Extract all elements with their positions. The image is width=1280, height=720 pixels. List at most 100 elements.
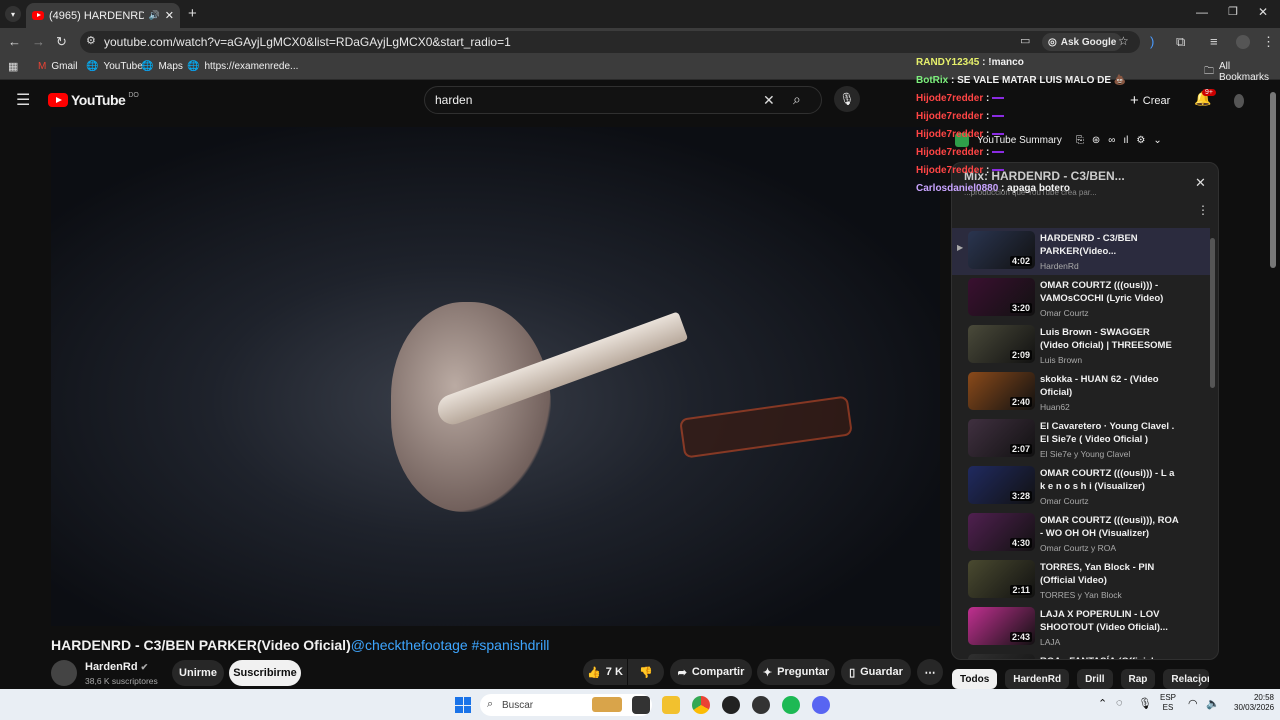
playlist-item[interactable]: ▶ 4:02 HARDENRD - C3/BEN PARKER(Video... Ha… (952, 228, 1210, 275)
discord-icon[interactable] (812, 696, 830, 714)
app-icon-dark[interactable] (722, 696, 740, 714)
chat-username[interactable]: Hijode7redder (916, 93, 983, 104)
file-explorer-icon[interactable] (662, 696, 680, 714)
minimize-window-button[interactable]: — (1196, 5, 1208, 19)
search-icon[interactable]: ⌕ (793, 91, 801, 108)
playlist-item[interactable]: 3:28 OMAR COURTZ (((ousi))) - L a k e n o… (952, 463, 1210, 510)
create-button[interactable]: + Crear (1130, 92, 1170, 109)
ask-google-button[interactable]: ◎ Ask Google (1042, 33, 1123, 51)
chip-all[interactable]: Todos (952, 669, 998, 689)
tab-search-button[interactable]: ▾ (5, 6, 21, 22)
close-window-button[interactable]: ✕ (1258, 5, 1268, 19)
chat-username[interactable]: Hijode7redder (916, 165, 983, 176)
join-button[interactable]: Unirme (172, 660, 224, 686)
page-scrollbar[interactable] (1270, 92, 1276, 268)
summary-ai-icon[interactable]: ⊛ (1092, 135, 1100, 146)
playlist-thumbnail[interactable]: 2:09 (968, 325, 1035, 363)
clear-search-icon[interactable]: ✕ (763, 92, 775, 109)
chip-related[interactable]: Relaciona (1163, 669, 1210, 689)
playlist-item[interactable]: ROA - FANTASÍA (Official (952, 651, 1210, 659)
chat-username[interactable]: RANDY12345 (916, 57, 979, 68)
extension-waves-icon[interactable]: ) (1150, 34, 1154, 49)
save-button[interactable]: ▯ Guardar (841, 659, 911, 685)
chat-username[interactable]: BotRix (916, 75, 948, 86)
windows-start-icon[interactable] (455, 697, 471, 713)
chip-drill[interactable]: Drill (1077, 669, 1113, 689)
summary-chevron-down-icon[interactable]: ⌄ (1153, 135, 1161, 146)
bookmark-gmail[interactable]: M Gmail (38, 61, 77, 72)
tray-overflow-icon[interactable]: ⌃ (1098, 697, 1107, 710)
chat-username[interactable]: Hijode7redder (916, 129, 983, 140)
spotify-icon[interactable] (782, 696, 800, 714)
tab-audio-icon[interactable]: 🔊 (149, 10, 160, 21)
chip-rap[interactable]: Rap (1120, 669, 1156, 689)
playlist-thumbnail[interactable]: 4:02 (968, 231, 1035, 269)
channel-name[interactable]: HardenRd ✔ (85, 661, 148, 673)
profile-avatar[interactable] (1236, 35, 1250, 49)
account-avatar[interactable] (1234, 94, 1244, 108)
wifi-icon[interactable]: ◠ (1188, 697, 1198, 710)
ask-button[interactable]: ✦ Preguntar (757, 659, 835, 685)
search-input[interactable]: harden ✕ ⌕ (424, 86, 822, 114)
summary-audio-icon[interactable]: ıl (1123, 135, 1128, 146)
playlist-menu-icon[interactable]: ⋮ (1197, 203, 1209, 217)
chat-username[interactable]: Carlosdaniel0880 (916, 183, 998, 194)
bookmark-examen[interactable]: 🌐 https://examenrede... (187, 61, 298, 72)
bookmark-star-icon[interactable]: ☆ (1118, 34, 1129, 48)
youtube-logo[interactable]: YouTube DO (48, 92, 139, 108)
playlist-item[interactable]: 2:07 El Cavaretero · Young Clavel . El Si… (952, 416, 1210, 463)
site-info-icon[interactable]: ⚙ (86, 34, 96, 47)
video-title-hashtags[interactable]: @checkthefootage #spanishdrill (351, 637, 550, 653)
new-tab-button[interactable]: + (188, 5, 197, 22)
share-button[interactable]: ➦ Compartir (670, 659, 752, 685)
apps-grid-icon[interactable]: ▦ (8, 60, 18, 73)
reload-icon[interactable]: ↻ (56, 34, 67, 50)
browser-menu-icon[interactable]: ⋮ (1262, 34, 1275, 50)
chrome-icon[interactable] (692, 696, 710, 714)
playlist-thumbnail[interactable]: 4:30 (968, 513, 1035, 551)
playlist-item[interactable]: 2:11 TORRES, Yan Block - PIN (Official Vi… (952, 557, 1210, 604)
summary-settings-icon[interactable]: ⚙ (1136, 135, 1145, 146)
channel-avatar[interactable] (51, 660, 77, 686)
forward-arrow-icon[interactable]: → (32, 34, 45, 49)
dislike-button[interactable]: 👎 (628, 659, 664, 685)
close-playlist-icon[interactable]: ✕ (1195, 175, 1206, 191)
url-bar[interactable]: ⚙ youtube.com/watch?v=aGAyjLgMCX0&list=R… (80, 31, 1140, 53)
playlist-thumbnail[interactable]: 2:07 (968, 419, 1035, 457)
playlist-item[interactable]: 2:09 Luis Brown - SWAGGER (Video Oficial)… (952, 322, 1210, 369)
voice-search-mic-icon[interactable]: 🎙 (834, 86, 860, 112)
playlist-item[interactable]: 3:20 OMAR COURTZ (((ousi))) - VAMOsCOCHI … (952, 275, 1210, 322)
clock[interactable]: 20:58 30/03/2026 (1234, 693, 1274, 713)
playlist-thumbnail[interactable]: 3:20 (968, 278, 1035, 316)
like-button[interactable]: 👍 7 K (583, 659, 627, 685)
bookmark-youtube[interactable]: 🌐 YouTube (86, 61, 143, 72)
summary-copy-icon[interactable]: ⎘ (1076, 135, 1084, 146)
playlist-thumbnail[interactable]: 2:43 (968, 607, 1035, 645)
taskbar-search[interactable]: ⌕ Buscar (480, 694, 652, 716)
chat-username[interactable]: Hijode7redder (916, 147, 983, 158)
playlist-thumbnail[interactable]: 3:28 (968, 466, 1035, 504)
bookmark-maps[interactable]: 🌐 Maps (141, 61, 183, 72)
app-icon-notify[interactable] (752, 696, 770, 714)
playlist-scrollbar[interactable] (1210, 238, 1215, 388)
volume-icon[interactable]: 🔈 (1206, 697, 1220, 710)
playlist-thumbnail[interactable] (968, 654, 1035, 659)
extensions-puzzle-icon[interactable]: ⧉ (1176, 34, 1185, 50)
back-arrow-icon[interactable]: ← (8, 34, 21, 49)
video-player[interactable] (51, 127, 940, 626)
playlist-thumbnail[interactable]: 2:40 (968, 372, 1035, 410)
subscribe-button[interactable]: Suscribirme (229, 660, 301, 686)
chat-username[interactable]: Hijode7redder (916, 111, 983, 122)
tab-close-icon[interactable]: ✕ (165, 9, 174, 22)
playlist-item[interactable]: 2:43 LAJA X POPERULIN - LOV SHOOTOUT (Vid… (952, 604, 1210, 651)
more-actions-button[interactable]: ⋯ (917, 659, 943, 685)
chips-next-chevron-icon[interactable]: › (1198, 676, 1202, 690)
playlist-item[interactable]: 4:30 OMAR COURTZ (((ousi))), ROA - WO OH … (952, 510, 1210, 557)
summary-glasses-icon[interactable]: ∞ (1108, 135, 1115, 146)
maximize-window-button[interactable]: ❐ (1228, 5, 1238, 18)
playlist-item[interactable]: 2:40 skokka - HUAN 62 - (Video Oficial) Hu… (952, 369, 1210, 416)
tray-mic-icon[interactable]: 🎙 (1138, 697, 1152, 710)
task-view-icon[interactable] (632, 696, 650, 714)
hamburger-menu-icon[interactable]: ☰ (16, 90, 30, 110)
reading-list-icon[interactable]: ≡ (1210, 34, 1218, 49)
